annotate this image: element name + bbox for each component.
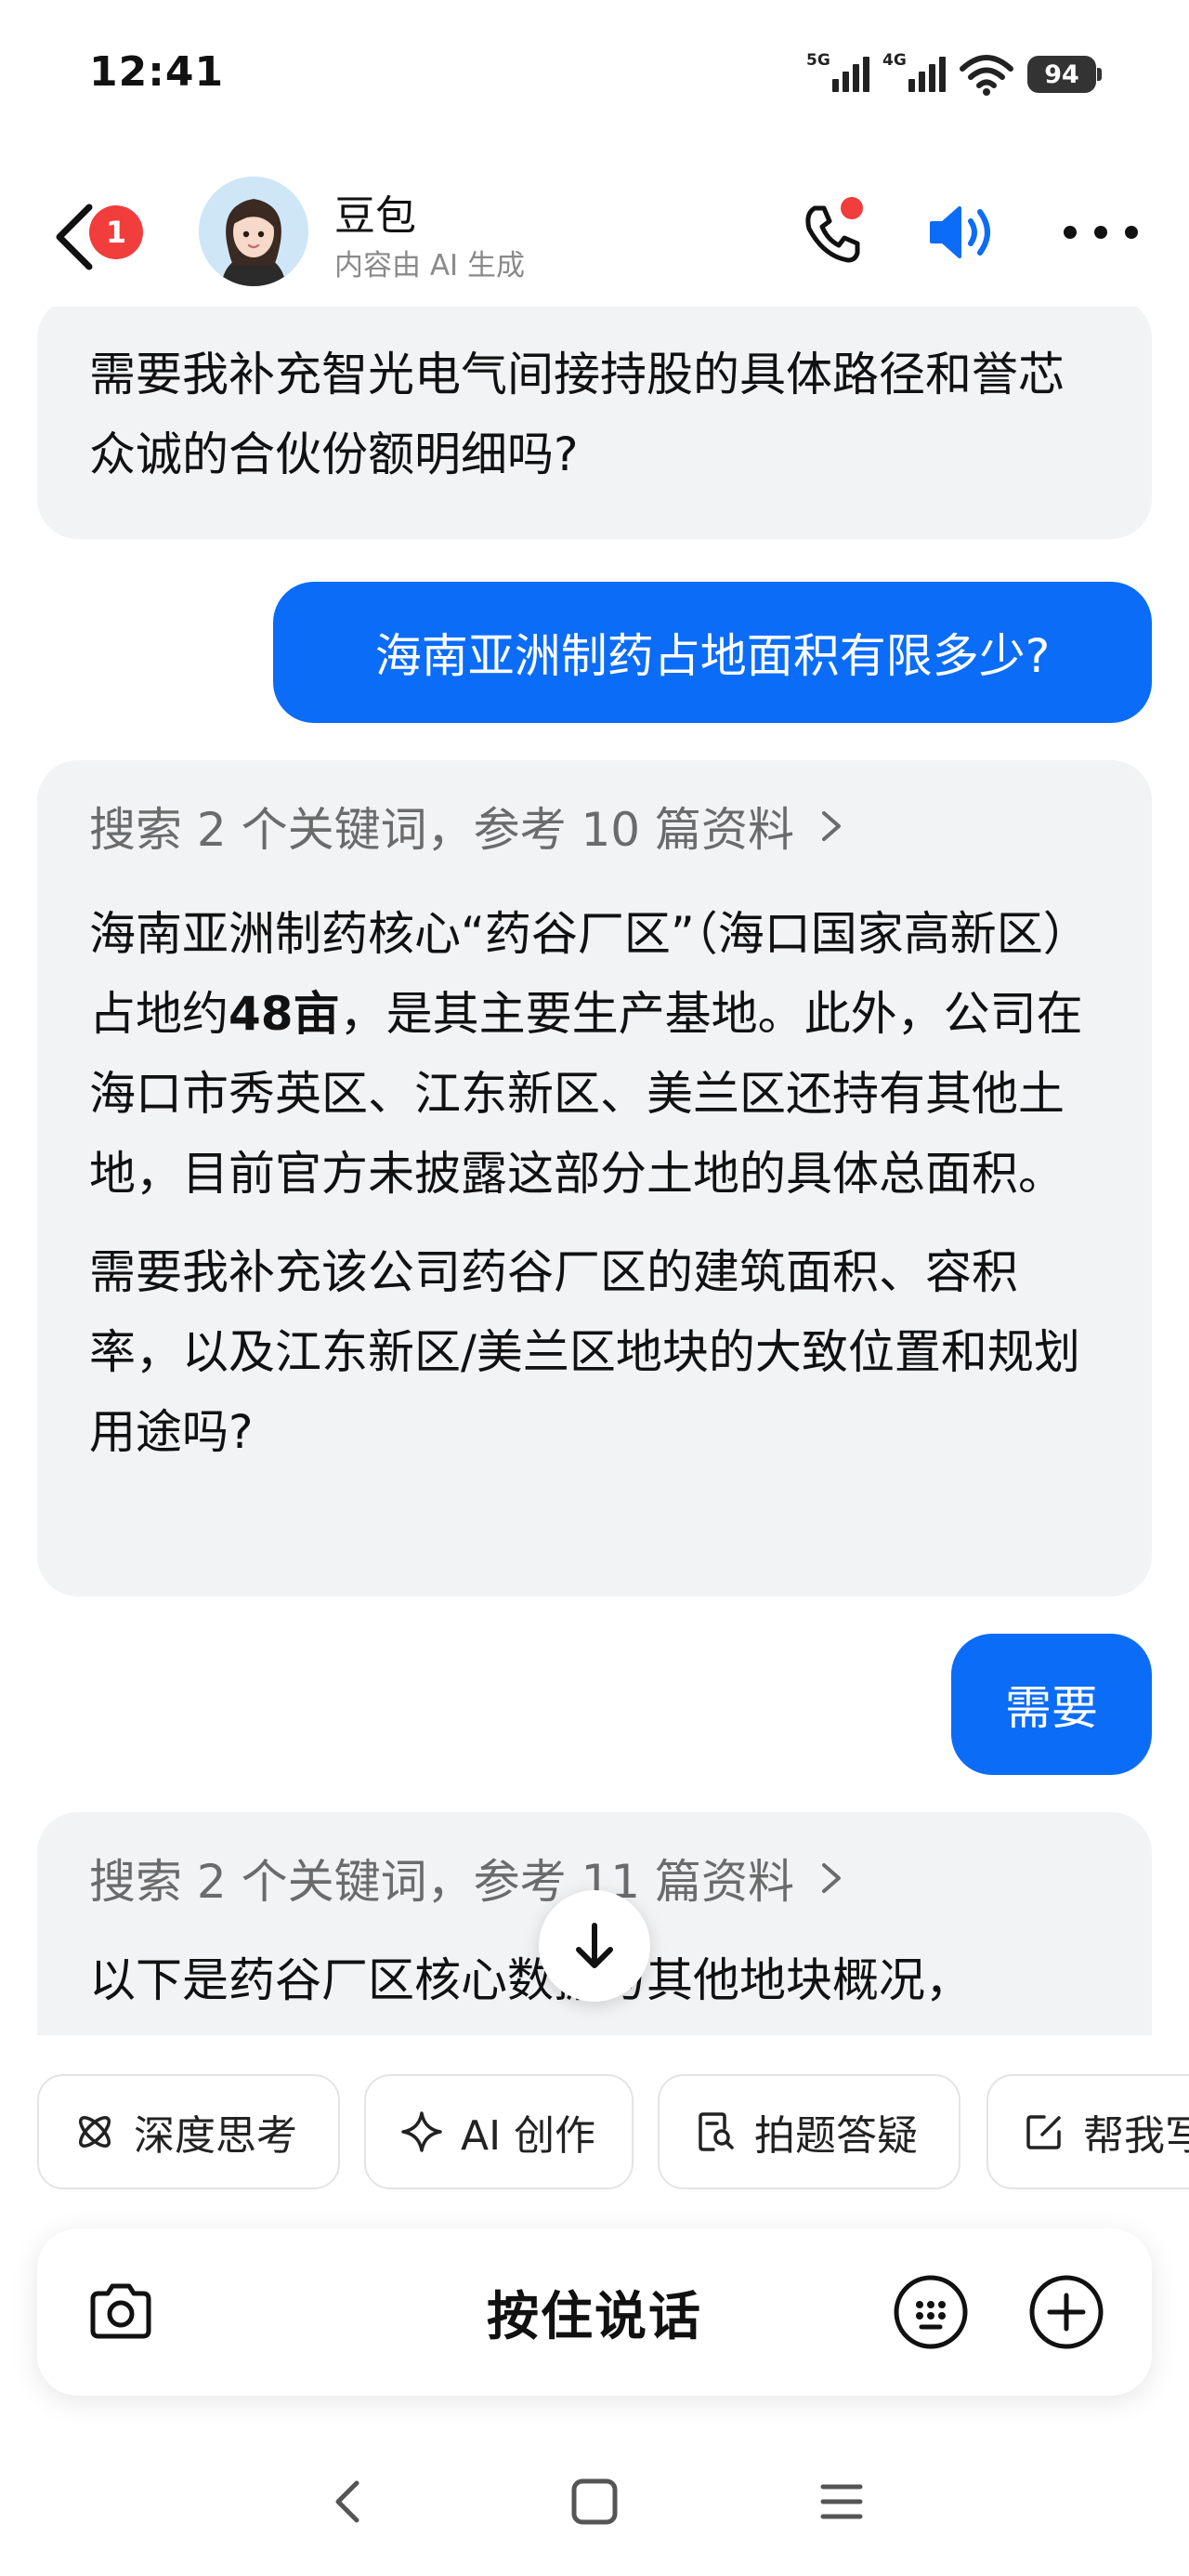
chip-ai-create[interactable]: AI 创作 bbox=[364, 2074, 634, 2189]
status-icons: 5G 4G 94 bbox=[806, 48, 1102, 100]
search-summary-text: 搜索 2 个关键词，参考 11 篇资料 bbox=[89, 1855, 795, 1909]
network-type-5g: 5G bbox=[806, 51, 830, 70]
chat-message-list[interactable]: 需要我补充智光电气间接持股的具体路径和誉芯众诚的合伙份额明细吗? 海南亚洲制药占… bbox=[0, 307, 1189, 2035]
nav-home-button[interactable] bbox=[568, 2474, 621, 2530]
keyboard-dots-icon bbox=[894, 2275, 968, 2349]
arrow-down-icon bbox=[576, 1923, 613, 1968]
sparkle-icon bbox=[401, 2111, 442, 2152]
ai-message-paragraph: 需要我补充该公司药谷厂区的建筑面积、容积率，以及江东新区/美兰区地块的大致位置和… bbox=[89, 1245, 1080, 1459]
chip-help-write[interactable]: 帮我写 bbox=[986, 2074, 1189, 2189]
ai-message-bubble: 搜索 2 个关键词，参考 10 篇资料 海南亚洲制药核心“药谷厂区”（海口国家高… bbox=[37, 760, 1152, 1597]
battery-indicator: 94 bbox=[1027, 56, 1102, 93]
notification-dot bbox=[841, 197, 863, 219]
avatar[interactable] bbox=[199, 177, 308, 286]
more-options-button[interactable] bbox=[1064, 209, 1138, 256]
signal-5g-icon: 5G bbox=[806, 51, 869, 98]
more-dot bbox=[1094, 226, 1107, 239]
nav-home-icon bbox=[571, 2478, 618, 2525]
scroll-to-bottom-button[interactable] bbox=[539, 1890, 650, 2002]
more-dot bbox=[1125, 226, 1138, 239]
chip-label: AI 创作 bbox=[461, 2112, 596, 2160]
nav-back-button[interactable] bbox=[325, 2474, 372, 2530]
nav-back-icon bbox=[335, 2480, 359, 2523]
search-summary-text: 搜索 2 个关键词，参考 10 篇资料 bbox=[89, 803, 795, 857]
chip-deep-thinking[interactable]: 深度思考 bbox=[37, 2074, 340, 2189]
status-bar: 12:41 5G 4G 94 bbox=[0, 0, 1189, 149]
nav-menu-icon bbox=[820, 2484, 863, 2519]
signal-4g-icon: 4G bbox=[882, 51, 946, 98]
atom-icon bbox=[79, 2116, 111, 2148]
edit-icon bbox=[1026, 2115, 1061, 2149]
phone-call-button[interactable] bbox=[794, 195, 869, 269]
ai-message-paragraph: 海南亚洲制药核心“药谷厂区”（海口国家高新区）占地约48亩，是其主要生产基地。此… bbox=[89, 894, 1100, 1214]
chip-label: 深度思考 bbox=[134, 2112, 297, 2160]
camera-button[interactable] bbox=[84, 2275, 158, 2349]
keyboard-toggle-button[interactable] bbox=[892, 2273, 970, 2351]
speaker-toggle-button[interactable] bbox=[924, 195, 1008, 269]
speaker-icon bbox=[930, 206, 990, 258]
ai-message-bubble: 需要我补充智光电气间接持股的具体路径和誉芯众诚的合伙份额明细吗? bbox=[37, 307, 1152, 539]
back-button[interactable]: 1 bbox=[48, 200, 150, 274]
search-summary-link[interactable]: 搜索 2 个关键词，参考 10 篇资料 bbox=[89, 794, 1100, 859]
bot-subtitle: 内容由 AI 生成 bbox=[334, 249, 526, 283]
chat-header: 1 豆包 内容由 AI 生成 bbox=[0, 158, 1189, 307]
unread-badge: 1 bbox=[89, 205, 143, 259]
chevron-right-icon bbox=[822, 1863, 842, 1893]
chip-label: 帮我写 bbox=[1083, 2112, 1189, 2160]
network-type-4g: 4G bbox=[882, 51, 907, 70]
user-message-bubble: 海南亚洲制药占地面积有限多少? bbox=[273, 582, 1152, 723]
camera-icon bbox=[90, 2283, 151, 2339]
hold-to-talk-button[interactable]: 按住说话 bbox=[409, 2228, 780, 2396]
chip-label: 拍题答疑 bbox=[754, 2112, 918, 2160]
more-dot bbox=[1064, 226, 1077, 239]
doc-search-icon bbox=[699, 2112, 734, 2151]
system-navigation-bar bbox=[0, 2453, 1189, 2556]
bot-name: 豆包 bbox=[334, 192, 416, 240]
chevron-right-icon bbox=[822, 811, 842, 841]
wifi-icon bbox=[960, 55, 1013, 96]
input-bar: 按住说话 bbox=[37, 2228, 1152, 2396]
user-message-text: 需要 bbox=[1005, 1681, 1098, 1735]
user-message-text: 海南亚洲制药占地面积有限多少? bbox=[374, 629, 1051, 683]
status-time: 12:41 bbox=[89, 48, 225, 96]
avatar-illustration bbox=[199, 177, 308, 286]
ai-message-text: 需要我补充智光电气间接持股的具体路径和誉芯众诚的合伙份额明细吗? bbox=[89, 348, 1065, 481]
nav-recents-button[interactable] bbox=[816, 2474, 868, 2530]
chip-photo-question[interactable]: 拍题答疑 bbox=[658, 2074, 960, 2189]
para-bold-text: 48亩 bbox=[229, 987, 340, 1041]
plus-circle-icon bbox=[1029, 2275, 1104, 2349]
user-message-bubble: 需要 bbox=[951, 1634, 1152, 1775]
add-attachment-button[interactable] bbox=[1027, 2273, 1105, 2351]
quick-action-chips: 深度思考 AI 创作 拍题答疑 帮我写 bbox=[0, 2074, 1189, 2191]
